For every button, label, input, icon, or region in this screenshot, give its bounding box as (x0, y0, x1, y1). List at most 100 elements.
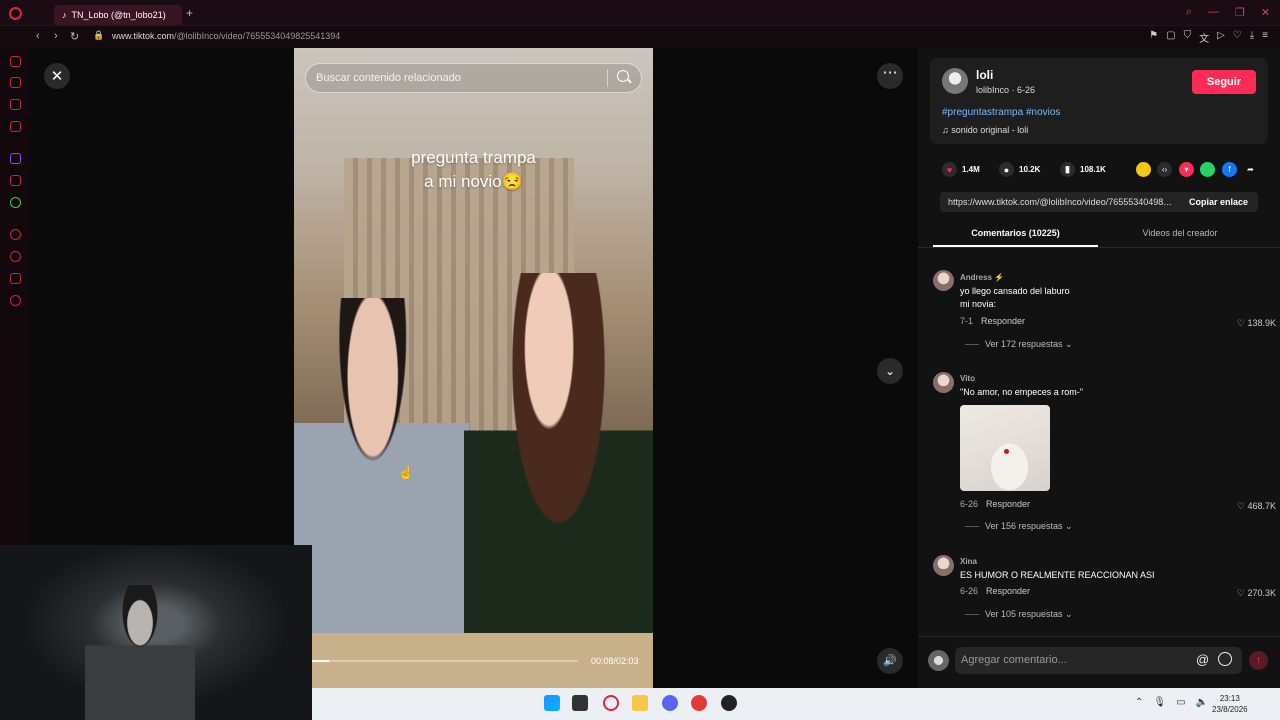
shield-icon[interactable]: ⛉ (1184, 30, 1192, 45)
follow-button[interactable]: Seguir (1192, 70, 1256, 94)
comment-count: 10.2K (1019, 165, 1041, 174)
sidebar-history-icon[interactable] (10, 56, 21, 67)
browser-tab-active[interactable]: ♪ TN_Lobo (@tn_lobo21) (54, 5, 182, 25)
reload-icon[interactable]: ↻ (70, 30, 79, 43)
windows-start-icon[interactable] (544, 695, 560, 711)
related-search-input[interactable]: Buscar contenido relacionado (305, 63, 642, 93)
comment-username[interactable]: Andress ⚡ (960, 273, 1004, 282)
translate-icon[interactable]: 文 (1199, 30, 1209, 45)
embed-icon[interactable]: ‹› (1157, 162, 1172, 177)
volume-button[interactable]: 🔊 (877, 648, 903, 674)
sidebar-whatsapp-icon[interactable] (10, 197, 21, 208)
creator-handle-date: lolibInco · 6-26 (976, 85, 1036, 95)
minimize-icon[interactable]: — (1208, 6, 1219, 19)
mic-icon[interactable]: 🎙 (1153, 697, 1166, 708)
comment-likes[interactable]: ♡ 138.9K (1237, 318, 1276, 329)
video-player[interactable] (294, 48, 653, 688)
task-view-icon[interactable] (572, 695, 588, 711)
share-send-icon[interactable]: ▾ (1179, 162, 1194, 177)
comment-avatar[interactable] (933, 372, 954, 393)
menu-icon[interactable]: ≡ (1262, 30, 1268, 45)
tab-comments[interactable]: Comentarios (10225) (933, 228, 1098, 238)
close-window-icon[interactable]: ✕ (1261, 6, 1270, 19)
reply-button[interactable]: Responder (986, 499, 1030, 509)
comment-username[interactable]: Vito (960, 374, 975, 383)
chevron-up-icon[interactable]: ⌃ (1135, 697, 1143, 708)
search-icon[interactable]: ⌕ (1186, 6, 1192, 19)
lock-icon: 🔒 (93, 30, 105, 40)
sidebar-mail-icon[interactable] (10, 121, 21, 132)
video-time: 00:08/02:03 (591, 656, 639, 666)
search-icon[interactable] (617, 70, 629, 82)
reply-button[interactable]: Responder (986, 586, 1030, 596)
download-icon[interactable]: ⤓ (1250, 30, 1254, 45)
creator-avatar[interactable] (942, 68, 968, 94)
comment-avatar[interactable] (933, 270, 954, 291)
opera-logo-icon[interactable] (9, 7, 22, 20)
heart-icon[interactable]: ♡ (1233, 30, 1242, 45)
sidebar-percent-icon[interactable] (10, 175, 21, 186)
speaker-icon[interactable]: 🔈 (1196, 697, 1208, 708)
back-icon[interactable]: ‹ (36, 30, 40, 42)
comment-likes[interactable]: ♡ 270.3K (1237, 588, 1276, 599)
comment-avatar[interactable] (933, 555, 954, 576)
like-stat[interactable]: ♥ 1.4M (942, 162, 980, 177)
snapshot-icon[interactable]: ▢ (1166, 30, 1175, 45)
comment-meta: 6-26 Responder (960, 586, 1030, 596)
comment-likes[interactable]: ♡ 468.7K (1237, 501, 1276, 512)
emoji-icon[interactable] (1218, 652, 1232, 666)
mention-icon[interactable]: @ (1196, 652, 1209, 667)
send-comment-button[interactable]: ↑ (1249, 651, 1268, 670)
comment-image-cake[interactable] (960, 405, 1050, 491)
share-arrow-icon[interactable]: ➦ (1243, 162, 1258, 177)
heart-icon: ♥ (942, 162, 957, 177)
sidebar-tag-icon[interactable] (10, 273, 21, 284)
save-stat[interactable]: ▮ 108.1K (1060, 162, 1106, 177)
next-video-button[interactable]: ⌄ (877, 358, 903, 384)
sidebar-clock-icon[interactable] (10, 251, 21, 262)
comment-text: ES HUMOR O REALMENTE REACCIONAN ASI (960, 570, 1155, 580)
like-count: 1.4M (962, 165, 980, 174)
view-replies-button[interactable]: Ver 105 respuestas ⌄ (965, 609, 1073, 620)
taskbar-clock[interactable]: 23:13 23/8/2026 (1212, 693, 1248, 715)
url-path: /@lolibInco/video/7655534049825541394 (174, 31, 341, 41)
sidebar-twitch-icon[interactable] (10, 153, 21, 164)
sidebar-messenger-icon[interactable] (10, 99, 21, 110)
opera-taskbar-icon[interactable] (603, 695, 619, 711)
file-explorer-icon[interactable] (632, 695, 648, 711)
sidebar-player-icon[interactable] (10, 229, 21, 240)
view-replies-button[interactable]: Ver 172 respuestas ⌄ (965, 339, 1073, 350)
sidebar-settings-icon[interactable] (10, 295, 21, 306)
discord-icon[interactable] (662, 695, 678, 711)
play-icon[interactable]: ▷ (1217, 30, 1225, 45)
mouse-cursor-icon: ☝ (398, 465, 415, 480)
whatsapp-icon[interactable] (1200, 162, 1215, 177)
comment-stat[interactable]: ● 10.2K (999, 162, 1040, 177)
video-sound[interactable]: ♫ sonido original - loli (942, 125, 1028, 135)
tab-creator-videos[interactable]: Videos del creador (1105, 228, 1255, 238)
copy-link-button[interactable]: Copiar enlace (1189, 197, 1248, 207)
reply-button[interactable]: Responder (981, 316, 1025, 326)
forward-icon[interactable]: › (54, 30, 58, 42)
creator-name[interactable]: loli (976, 68, 993, 82)
new-tab-button[interactable]: + (186, 6, 193, 20)
maximize-icon[interactable]: ❐ (1235, 6, 1245, 19)
sidebar-bag-icon[interactable] (10, 77, 21, 88)
clock-date: 23/8/2026 (1212, 705, 1248, 714)
more-options-button[interactable]: ⋯ (877, 63, 903, 89)
obs-icon[interactable] (721, 695, 737, 711)
tiktok-icon: ♪ (62, 10, 67, 20)
facebook-icon[interactable]: f (1222, 162, 1237, 177)
comment-username[interactable]: Xina (960, 557, 977, 566)
app-red-icon[interactable] (691, 695, 707, 711)
bookmark-icon[interactable]: ⚑ (1149, 30, 1158, 45)
close-video-button[interactable]: ✕ (44, 63, 70, 89)
share-link[interactable]: https://www.tiktok.com/@lolibInco/video/… (948, 197, 1176, 207)
view-replies-button[interactable]: Ver 156 respuestas ⌄ (965, 521, 1073, 532)
caption-line-1: pregunta trampa (411, 148, 536, 167)
url-field[interactable]: www.tiktok.com/@lolibInco/video/76555340… (112, 31, 340, 41)
network-icon[interactable]: ▭ (1176, 697, 1185, 708)
video-progress-bar[interactable] (312, 660, 578, 662)
share-coin-icon[interactable] (1136, 162, 1151, 177)
video-hashtags[interactable]: #preguntastrampa #novios (942, 107, 1060, 118)
